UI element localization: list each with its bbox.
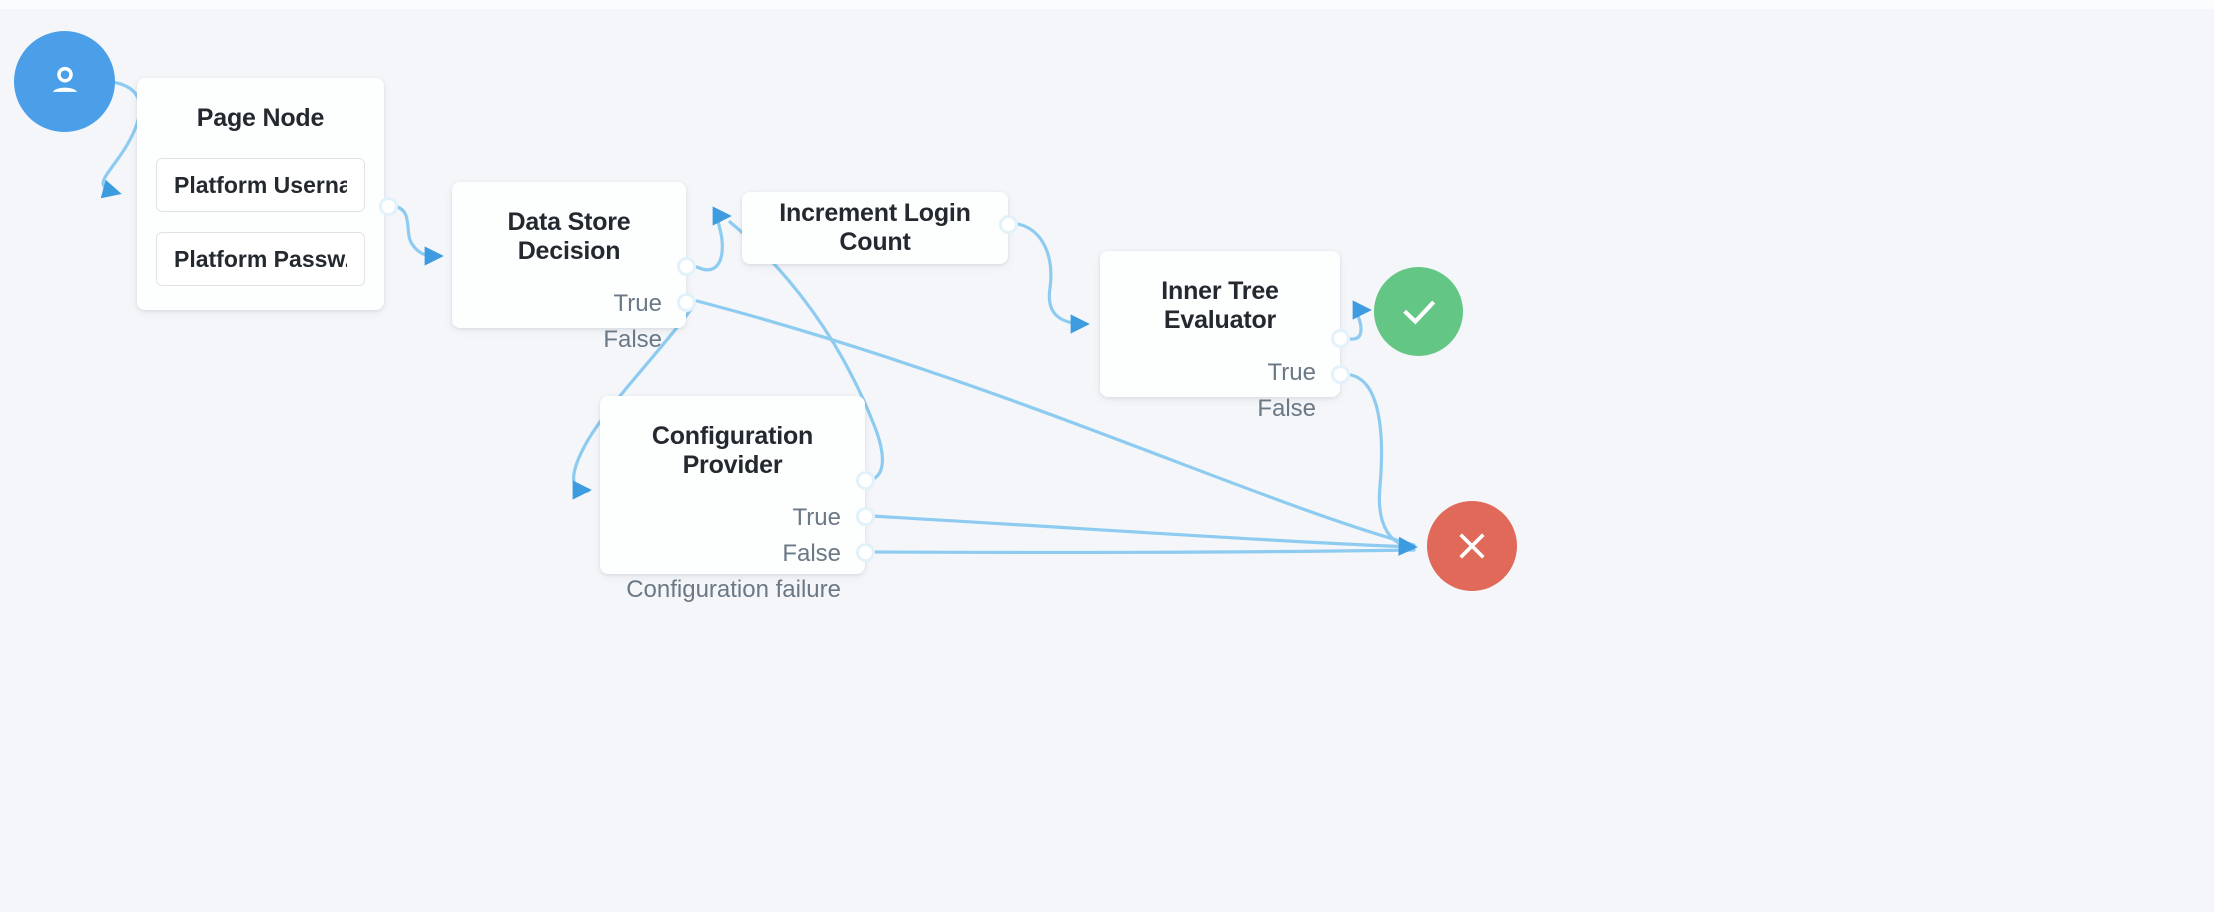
increment-login-count-title: Increment Login Count bbox=[779, 199, 971, 256]
user-icon bbox=[52, 66, 77, 92]
node-configuration-provider[interactable]: Configuration Provider True False Config… bbox=[600, 396, 865, 603]
edge-config-failure-to-failure bbox=[869, 548, 1416, 554]
edge-inner-tree-true-to-success bbox=[1349, 300, 1372, 341]
port-data-store-decision-true[interactable] bbox=[677, 257, 696, 276]
edge-page-node-to-data-store bbox=[392, 204, 444, 266]
edge-data-store-true-to-increment bbox=[695, 206, 732, 272]
port-inner-tree-evaluator-true[interactable] bbox=[1331, 329, 1350, 348]
data-store-decision-outcome-false: False bbox=[603, 326, 662, 353]
success-node[interactable] bbox=[1374, 267, 1463, 356]
start-node[interactable] bbox=[14, 31, 115, 132]
close-icon bbox=[1459, 533, 1485, 559]
data-store-decision-outcomes: True False bbox=[476, 286, 662, 358]
data-store-decision-outcome-true: True bbox=[613, 290, 662, 317]
port-configuration-provider-configuration-failure[interactable] bbox=[856, 543, 875, 562]
inner-tree-evaluator-outcomes: True False bbox=[1124, 355, 1316, 427]
port-increment-login-count-output[interactable] bbox=[999, 215, 1018, 234]
page-node-field-username[interactable]: Platform Userna... bbox=[156, 158, 365, 212]
page-node-title: Page Node bbox=[196, 104, 325, 132]
inner-tree-evaluator-outcome-true: True bbox=[1267, 359, 1316, 386]
port-page-node-output[interactable] bbox=[379, 197, 398, 216]
page-node-field-password[interactable]: Platform Passw... bbox=[156, 232, 365, 286]
failure-node[interactable] bbox=[1427, 501, 1517, 591]
configuration-provider-outcome-false: False bbox=[782, 540, 841, 567]
node-increment-login-count[interactable]: Increment Login Count bbox=[742, 192, 1008, 264]
node-inner-tree-evaluator[interactable]: Inner Tree Evaluator True False bbox=[1100, 251, 1340, 422]
configuration-provider-outcome-true: True bbox=[792, 504, 841, 531]
port-inner-tree-evaluator-false[interactable] bbox=[1331, 365, 1350, 384]
port-configuration-provider-false[interactable] bbox=[856, 507, 875, 526]
authentication-tree-canvas[interactable]: Page Node Platform Userna... Platform Pa… bbox=[0, 0, 2214, 912]
inner-tree-evaluator-outcome-false: False bbox=[1257, 395, 1316, 422]
edge-inner-tree-false-to-failure bbox=[1349, 373, 1418, 556]
page-node-field-username-label: Platform Userna... bbox=[174, 171, 347, 198]
edge-increment-to-inner-tree bbox=[1016, 222, 1090, 334]
data-store-decision-title: Data Store Decision bbox=[507, 208, 631, 265]
edge-config-false-to-failure bbox=[869, 514, 1416, 549]
node-data-store-decision[interactable]: Data Store Decision True False bbox=[452, 182, 686, 353]
node-page-node[interactable]: Page Node Platform Userna... Platform Pa… bbox=[137, 78, 384, 310]
configuration-provider-outcomes: True False Configuration failure bbox=[624, 500, 841, 608]
inner-tree-evaluator-title: Inner Tree Evaluator bbox=[1161, 277, 1279, 334]
port-data-store-decision-false[interactable] bbox=[677, 293, 696, 312]
page-node-field-password-label: Platform Passw... bbox=[174, 245, 347, 272]
check-icon bbox=[1402, 300, 1435, 325]
configuration-provider-title: Configuration Provider bbox=[651, 422, 814, 479]
configuration-provider-outcome-configuration-failure: Configuration failure bbox=[626, 576, 841, 603]
port-configuration-provider-true[interactable] bbox=[856, 471, 875, 490]
canvas-top-strip bbox=[0, 0, 2214, 9]
